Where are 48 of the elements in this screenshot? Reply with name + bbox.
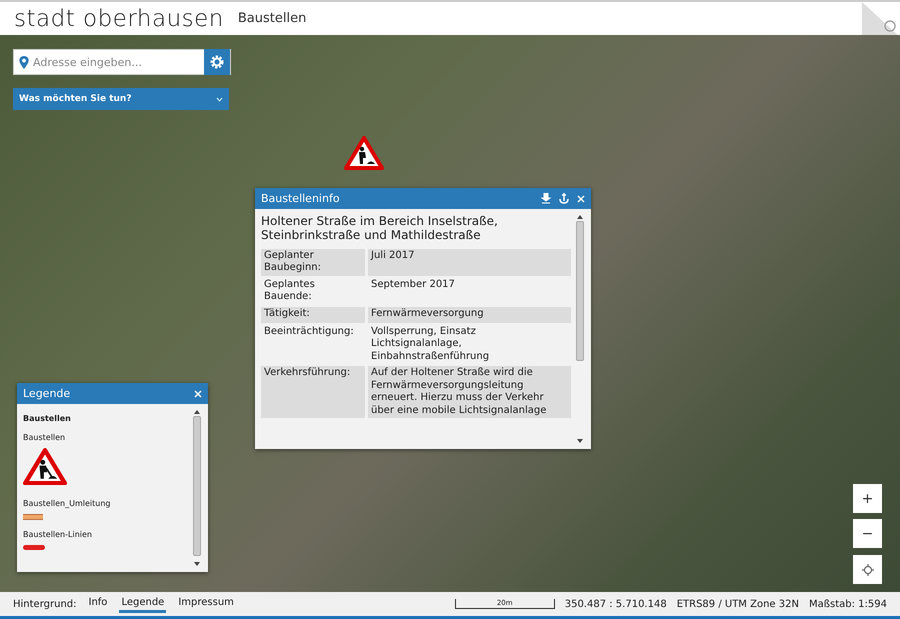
field-value: September 2017 <box>370 278 456 292</box>
scroll-up-icon[interactable] <box>577 215 583 219</box>
construction-marker-icon[interactable] <box>344 135 384 171</box>
field-value: Vollsperrung, Einsatz Lichtsignalanlage, Einbahnstraßenführung <box>370 324 490 364</box>
field-label: Beeinträchtigung: <box>263 324 355 339</box>
field-label: Verkehrsführung: <box>261 366 365 418</box>
scroll-down-icon[interactable] <box>577 439 583 443</box>
panel-title: Legende <box>23 387 72 400</box>
city-logo: stadt oberhausen <box>14 6 224 32</box>
settings-icon <box>209 54 225 70</box>
footer-link[interactable]: Impressum <box>176 595 236 613</box>
field-value: Juli 2017 <box>368 248 571 276</box>
close-icon[interactable] <box>194 390 202 398</box>
location-heading: Holtener Straße im Bereich Inselstraße, Steinbrinkstraße und Mathildestraße <box>261 215 499 243</box>
locate-button[interactable] <box>853 555 882 584</box>
scrollbar[interactable] <box>575 215 585 443</box>
app-title: Baustellen <box>238 11 306 26</box>
close-icon[interactable] <box>577 194 585 202</box>
construction-sign-icon <box>23 448 67 486</box>
anchor-icon[interactable] <box>559 193 569 204</box>
chevron-icon <box>216 96 223 102</box>
footer-link[interactable]: Info <box>86 595 110 613</box>
field-label: Geplantes Bauende: <box>263 278 316 304</box>
legend-label: Baustellen_Umleitung <box>23 499 112 508</box>
aerial-map[interactable] <box>0 35 900 592</box>
map-scale: Maßstab: 1:594 <box>808 598 887 610</box>
background-label: Hintergrund: <box>13 598 76 610</box>
zoom-out-button[interactable]: − <box>853 519 882 548</box>
field-label: Tätigkeit: <box>261 306 365 323</box>
locate-icon <box>862 564 874 576</box>
scroll-down-icon[interactable] <box>194 562 200 566</box>
field-value: Auf der Holtener Straße wird die Fernwärmeversorgungsleitung erneuert. Hierzu muss der Verkehr über eine mobile Lichtsignalanlage <box>368 366 571 418</box>
scrollbar[interactable] <box>192 410 202 566</box>
field-value: Fernwärmeversorgung <box>368 306 571 323</box>
scroll-up-icon[interactable] <box>194 410 200 414</box>
address-search-field[interactable]: Adresse eingeben... <box>13 49 231 75</box>
projection: ETRS89 / UTM Zone 32N <box>676 598 799 610</box>
action-menu-dropdown[interactable]: Was möchten Sie tun? <box>13 88 229 110</box>
legend-group-title: Baustellen <box>23 414 72 423</box>
settings-button[interactable] <box>204 49 230 75</box>
field-label: Geplanter Baubeginn: <box>261 248 365 276</box>
coordinates: 350.487 : 5.710.148 <box>564 598 667 610</box>
legend-label: Baustellen <box>23 433 66 442</box>
footer-link[interactable]: Legende <box>119 595 166 613</box>
location-pin-icon <box>19 56 29 68</box>
panel-title: Baustelleninfo <box>261 192 341 205</box>
zoom-in-button[interactable]: + <box>853 484 882 513</box>
legend-label: Baustellen-Linien <box>23 530 93 540</box>
